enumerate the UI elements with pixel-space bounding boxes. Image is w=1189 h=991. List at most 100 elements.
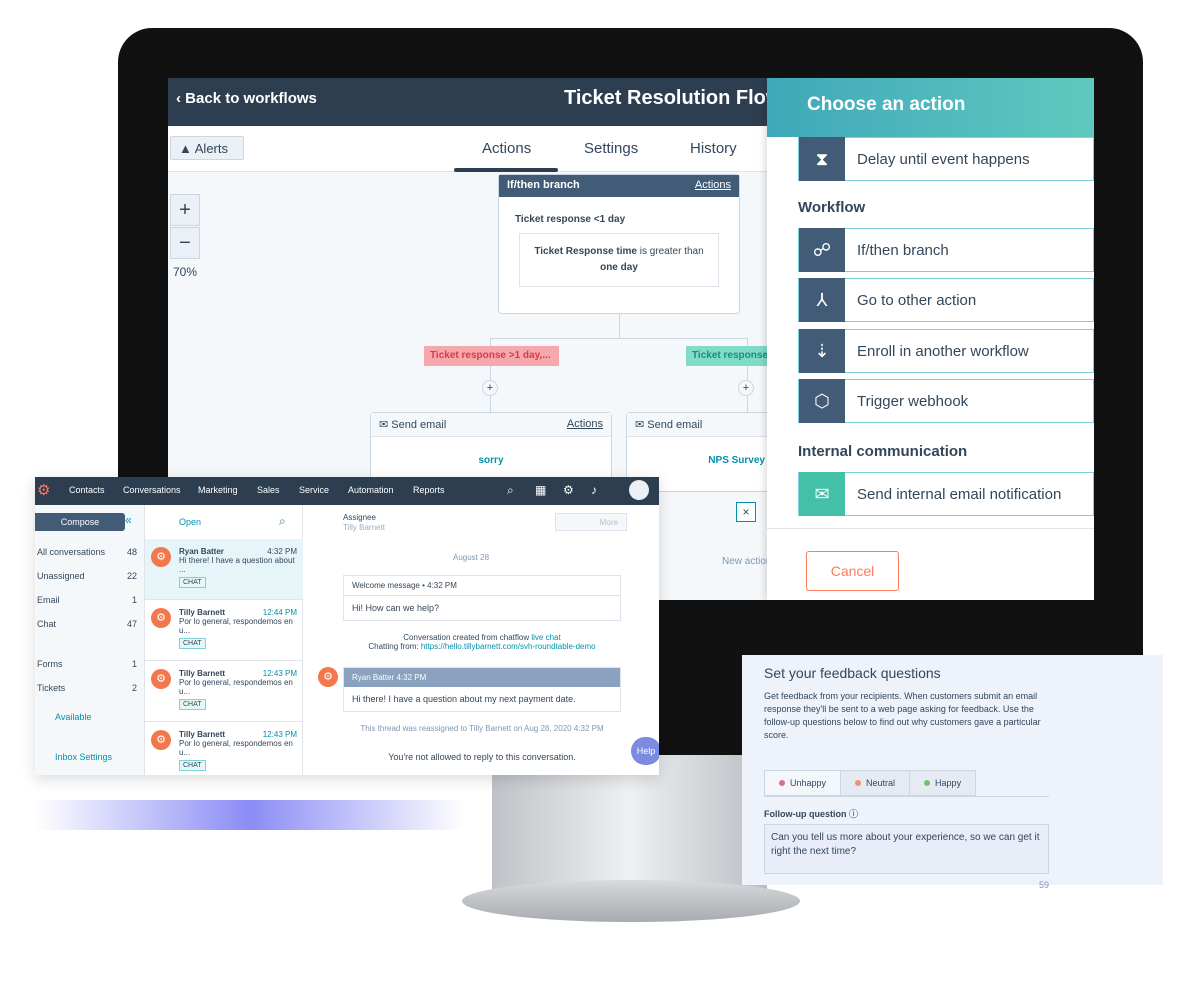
nav-conversations[interactable]: Conversations (123, 485, 181, 495)
help-button[interactable]: Help (631, 737, 659, 765)
feedback-description: Get feedback from your recipients. When … (764, 691, 1041, 740)
nav-reports[interactable]: Reports (413, 485, 445, 495)
new-action-placeholder[interactable]: New action (722, 556, 771, 567)
conversation-item[interactable]: ⚙ Tilly Barnett 12:43 PM Por lo general, re… (145, 661, 303, 722)
if-then-branch-card[interactable]: If/then branch Actions Ticket response <1… (498, 174, 740, 314)
merge-arrow-icon: ⅄ (799, 278, 845, 322)
marketplace-icon[interactable]: ▦ (535, 483, 546, 497)
avatar: ⚙ (151, 547, 171, 567)
folder-unassigned[interactable]: Unassigned 22 (37, 571, 137, 581)
monitor-stand (492, 755, 767, 900)
feedback-title: Set your feedback questions (764, 665, 941, 681)
conversation-item[interactable]: ⚙ Ryan Batter 4:32 PM Hi there! I have a qu… (145, 539, 303, 600)
search-icon[interactable]: ⌕ (279, 514, 286, 529)
more-button[interactable]: More (555, 513, 627, 531)
folder-tickets[interactable]: Tickets 2 (37, 683, 137, 693)
action-send-internal-email[interactable]: ✉ Send internal email notification (798, 472, 1094, 516)
workflow-tabs: ▲ Alerts Actions Settings History (168, 126, 768, 172)
inbox-settings-link[interactable]: Inbox Settings (55, 752, 112, 762)
compose-button[interactable]: Compose (35, 513, 125, 531)
info-icon[interactable]: ⓘ (849, 809, 858, 819)
branch-actions-dropdown[interactable]: Actions (695, 179, 731, 193)
action-go-to-other-action[interactable]: ⅄ Go to other action (798, 278, 1094, 322)
envelope-icon: ✉ (799, 472, 845, 516)
folder-email[interactable]: Email 1 (37, 595, 137, 605)
tab-history[interactable]: History (690, 140, 737, 157)
conversation-list: Open ⌕ ⚙ Ryan Batter 4:32 PM Hi there! I ha… (145, 505, 303, 775)
nav-marketing[interactable]: Marketing (198, 485, 238, 495)
monitor-base (462, 880, 800, 922)
sentiment-tabs: Unhappy Neutral Happy (764, 770, 1049, 797)
collapse-icon[interactable]: « (125, 513, 132, 527)
action-delay-until-event[interactable]: ⧗ Delay until event happens (798, 137, 1094, 181)
inbox-sidebar: Compose « All conversations 48 Unassigned… (35, 505, 145, 775)
avatar: ⚙ (318, 667, 338, 687)
alerts-button[interactable]: ▲ Alerts (170, 136, 244, 160)
branch-label-false[interactable]: Ticket response >1 day,... (424, 346, 559, 366)
search-icon[interactable]: ⌕ (507, 483, 514, 498)
panel-title: Choose an action (767, 78, 1094, 137)
back-to-workflows-link[interactable]: ‹ Back to workflows (176, 90, 317, 107)
tab-happy[interactable]: Happy (909, 770, 977, 796)
chat-thread: Assignee Tilly Barnett More August 28 We… (303, 505, 627, 775)
branch-name: Ticket response <1 day (515, 214, 626, 225)
chevron-left-icon: ‹ (176, 90, 186, 107)
connector (490, 338, 748, 339)
gear-icon[interactable]: ⚙ (563, 483, 574, 497)
zoom-level: 70% (173, 265, 198, 279)
inbox-window: ⚙ Contacts Conversations Marketing Sales… (35, 477, 659, 775)
cube-icon: ⬡ (799, 379, 845, 423)
visitor-message: Ryan Batter 4:32 PM Hi there! I have a qu… (343, 667, 621, 712)
welcome-message: Welcome message • 4:32 PM Hi! How can we … (343, 575, 621, 621)
folder-chat[interactable]: Chat 47 (37, 619, 137, 629)
email-link[interactable]: sorry (371, 437, 611, 466)
branch-icon: ☍ (799, 228, 845, 272)
assignee-dropdown[interactable]: Tilly Barnett (343, 523, 385, 532)
folder-forms[interactable]: Forms 1 (37, 659, 137, 669)
avatar: ⚙ (151, 608, 171, 628)
connector (619, 314, 620, 338)
zoom-out-button[interactable]: − (170, 227, 200, 259)
tab-actions[interactable]: Actions (482, 140, 531, 157)
action-trigger-webhook[interactable]: ⬡ Trigger webhook (798, 379, 1094, 423)
avatar[interactable] (629, 480, 649, 500)
folder-all-conversations[interactable]: All conversations 48 (37, 547, 137, 557)
conversation-item[interactable]: ⚙ Tilly Barnett 12:44 PM Por lo general, re… (145, 600, 303, 661)
filter-dropdown[interactable]: Open (179, 517, 201, 527)
close-icon[interactable]: × (736, 502, 756, 522)
nav-sales[interactable]: Sales (257, 485, 280, 495)
add-action-button[interactable]: + (738, 380, 754, 396)
tab-neutral[interactable]: Neutral (840, 770, 911, 796)
nav-automation[interactable]: Automation (348, 485, 394, 495)
email-link[interactable]: NPS Survey (627, 437, 785, 466)
cancel-button[interactable]: Cancel (806, 551, 899, 591)
enroll-icon: ⇣ (799, 329, 845, 373)
availability-dropdown[interactable]: Available (55, 712, 91, 722)
avatar: ⚙ (151, 669, 171, 689)
hubspot-logo-icon: ⚙ (37, 482, 51, 499)
branch-label-true[interactable]: Ticket response (686, 346, 776, 366)
nav-service[interactable]: Service (299, 485, 329, 495)
decorative-gradient (35, 800, 465, 830)
section-workflow: Workflow (798, 199, 866, 216)
reassigned-note: This thread was reassigned to Tilly Barn… (360, 724, 604, 733)
divider (767, 528, 1094, 529)
warning-icon: ▲ (179, 141, 195, 156)
nav-contacts[interactable]: Contacts (69, 485, 105, 495)
action-if-then-branch[interactable]: ☍ If/then branch (798, 228, 1094, 272)
conversation-item[interactable]: ⚙ Tilly Barnett 12:43 PM Por lo general, re… (145, 722, 303, 775)
tab-unhappy[interactable]: Unhappy (764, 770, 842, 796)
no-reply-note: You're not allowed to reply to this conv… (388, 752, 576, 762)
section-internal-communication: Internal communication (798, 443, 968, 460)
feedback-panel: Set your feedback questions Get feedback… (742, 655, 1163, 890)
followup-question-input[interactable]: Can you tell us more about your experien… (764, 824, 1049, 874)
envelope-icon: ✉ (635, 419, 648, 431)
email-actions-dropdown[interactable]: Actions (567, 418, 603, 431)
branch-title: If/then branch (507, 179, 580, 191)
tab-settings[interactable]: Settings (584, 140, 638, 157)
bell-icon[interactable]: ♪ (591, 483, 597, 497)
active-tab-indicator (454, 168, 558, 172)
zoom-in-button[interactable]: + (170, 194, 200, 226)
add-action-button[interactable]: + (482, 380, 498, 396)
action-enroll-in-workflow[interactable]: ⇣ Enroll in another workflow (798, 329, 1094, 373)
